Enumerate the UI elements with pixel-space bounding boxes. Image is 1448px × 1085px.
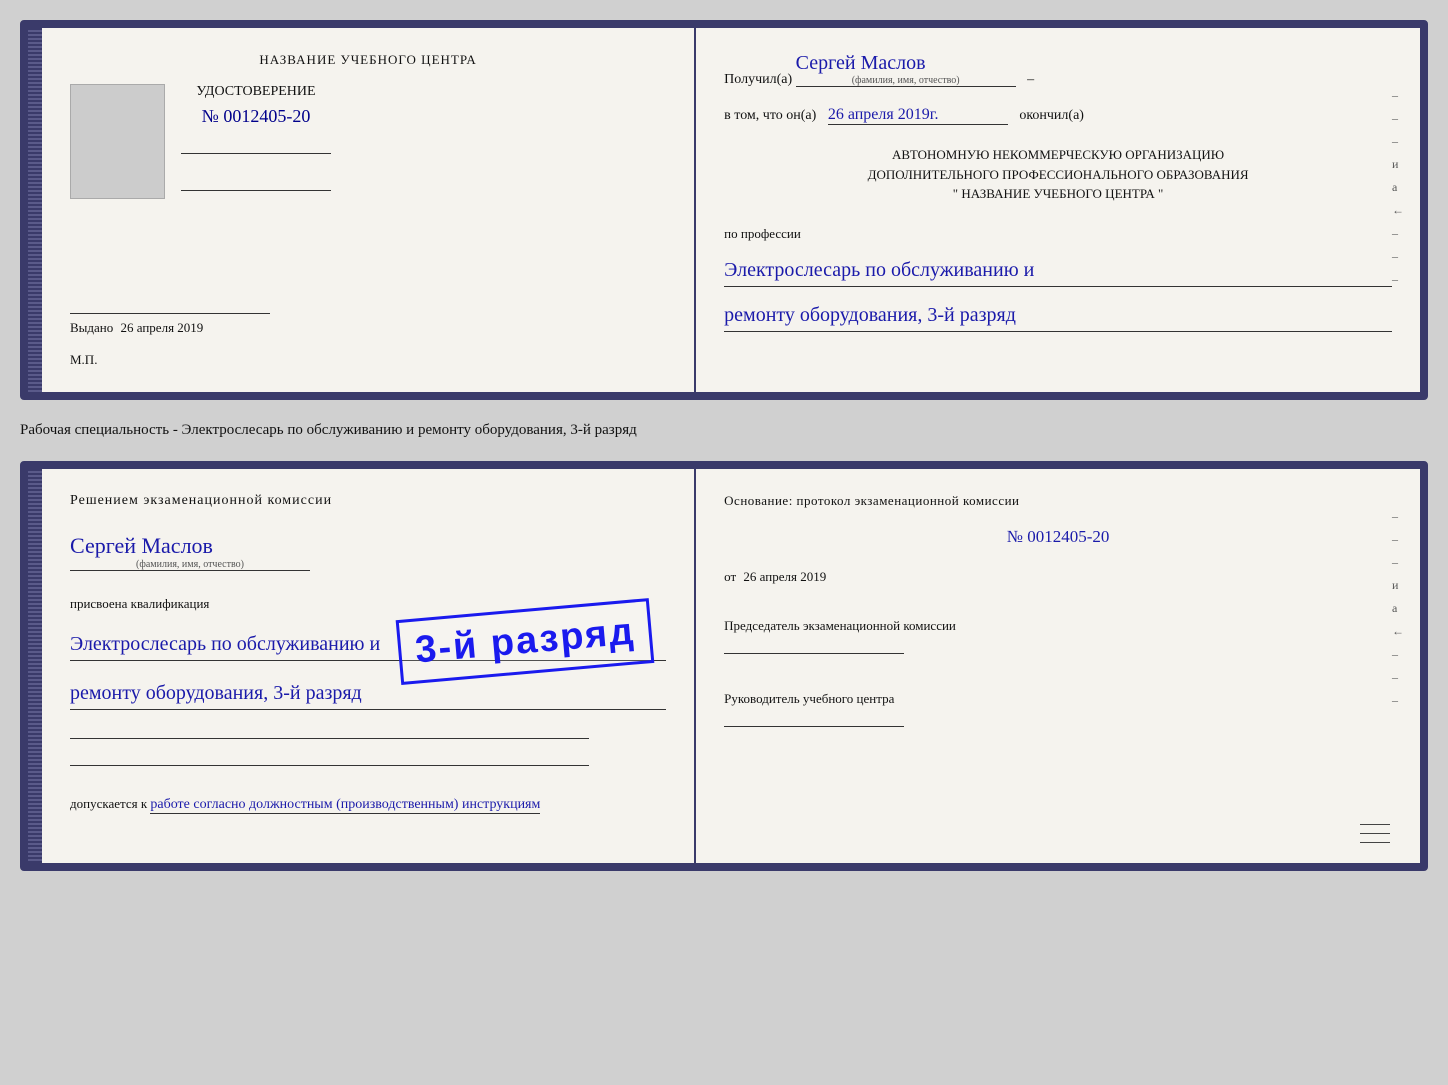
side-letters-1: – – – и а ← – – – [1392,88,1404,287]
side-letters-2: – – – и а ← – – – [1392,509,1404,708]
org-line2: ДОПОЛНИТЕЛЬНОГО ПРОФЕССИОНАЛЬНОГО ОБРАЗО… [724,165,1392,185]
date-prefix: от [724,569,736,584]
name-sublabel2: (фамилия, имя, отчество) [70,559,310,570]
person-name-field: Сергей Маслов (фамилия, имя, отчество) [70,533,310,571]
dash-line-3 [1360,842,1390,843]
profession-label: по профессии [724,226,1392,242]
profession-line1: Электрослесарь по обслуживанию и [724,254,1392,287]
completed-label: окончил(а) [1019,108,1084,123]
chairman-sig-line [724,653,904,654]
received-label: Получил(а) [724,72,792,87]
issued-date: 26 апреля 2019 [121,320,204,335]
protocol-number: № 0012405-20 [724,527,1392,547]
received-name-field: Сергей Маслов (фамилия, имя, отчество) [796,52,1016,87]
card1: НАЗВАНИЕ УЧЕБНОГО ЦЕНТРА УДОСТОВЕРЕНИЕ №… [20,20,1428,400]
profession-line2: ремонту оборудования, 3-й разряд [724,299,1392,332]
admitted-detail-field: работе согласно должностным (производств… [150,796,540,814]
spine-decoration-left [28,28,42,392]
card2: Решением экзаменационной комиссии Сергей… [20,461,1428,871]
name-sublabel1: (фамилия, имя, отчество) [796,75,1016,86]
leader-label: Руководитель учебного центра [724,690,1392,708]
spine-decoration-left2 [28,469,42,863]
received-name: Сергей Маслов [796,52,926,74]
bottom-dashes-right [1360,824,1390,843]
admitted-row: допускается к работе согласно должностны… [70,796,666,814]
between-text: Рабочая специальность - Электрослесарь п… [20,418,1428,443]
issued-label: Выдано [70,320,113,335]
dash-line-2 [1360,833,1390,834]
protocol-date: 26 апреля 2019 [743,569,826,584]
issued-line: Выдано 26 апреля 2019 [70,313,270,336]
in-that-label: в том, что он(а) [724,108,816,123]
cert-info-block: УДОСТОВЕРЕНИЕ № 0012405-20 [181,84,331,191]
person-name-block: Сергей Маслов (фамилия, имя, отчество) [70,533,666,572]
cert-number: № 0012405-20 [181,106,331,127]
dash1: – [1027,72,1034,87]
decision-text: Решением экзаменационной комиссии [70,493,666,509]
mp-label: М.П. [70,352,666,368]
chairman-label: Председатель экзаменационной комиссии [724,617,1392,635]
date-row: в том, что он(а) 26 апреля 2019г. окончи… [724,106,1392,125]
cert-label: УДОСТОВЕРЕНИЕ [181,84,331,100]
protocol-date-row: от 26 апреля 2019 [724,569,1392,585]
card1-center-title: НАЗВАНИЕ УЧЕБНОГО ЦЕНТРА [70,52,666,68]
completed-date-field: 26 апреля 2019г. [828,106,1008,125]
card2-right: Основание: протокол экзаменационной коми… [696,469,1420,863]
completed-date: 26 апреля 2019г. [828,106,939,123]
org-block: АВТОНОМНУЮ НЕКОММЕРЧЕСКУЮ ОРГАНИЗАЦИЮ ДО… [724,145,1392,204]
photo-placeholder [70,84,165,199]
admitted-label: допускается к [70,796,147,811]
received-row: Получил(а) Сергей Маслов (фамилия, имя, … [724,52,1392,88]
stamp-text: 3-й разряд [414,610,637,672]
leader-sig-line [724,726,904,727]
sig-line-1 [70,738,589,739]
qual-line2: ремонту оборудования, 3-й разряд [70,677,666,710]
dash-line-1 [1360,824,1390,825]
org-line3: " НАЗВАНИЕ УЧЕБНОГО ЦЕНТРА " [724,184,1392,204]
card1-left: НАЗВАНИЕ УЧЕБНОГО ЦЕНТРА УДОСТОВЕРЕНИЕ №… [28,28,696,392]
card1-right: Получил(а) Сергей Маслов (фамилия, имя, … [696,28,1420,392]
person-name: Сергей Маслов [70,533,213,558]
basis-label: Основание: протокол экзаменационной коми… [724,493,1392,509]
admitted-detail: работе согласно должностным (производств… [150,797,540,812]
sig-line-2 [70,765,589,766]
card1-main-row: УДОСТОВЕРЕНИЕ № 0012405-20 [70,84,666,199]
org-line1: АВТОНОМНУЮ НЕКОММЕРЧЕСКУЮ ОРГАНИЗАЦИЮ [724,145,1392,165]
